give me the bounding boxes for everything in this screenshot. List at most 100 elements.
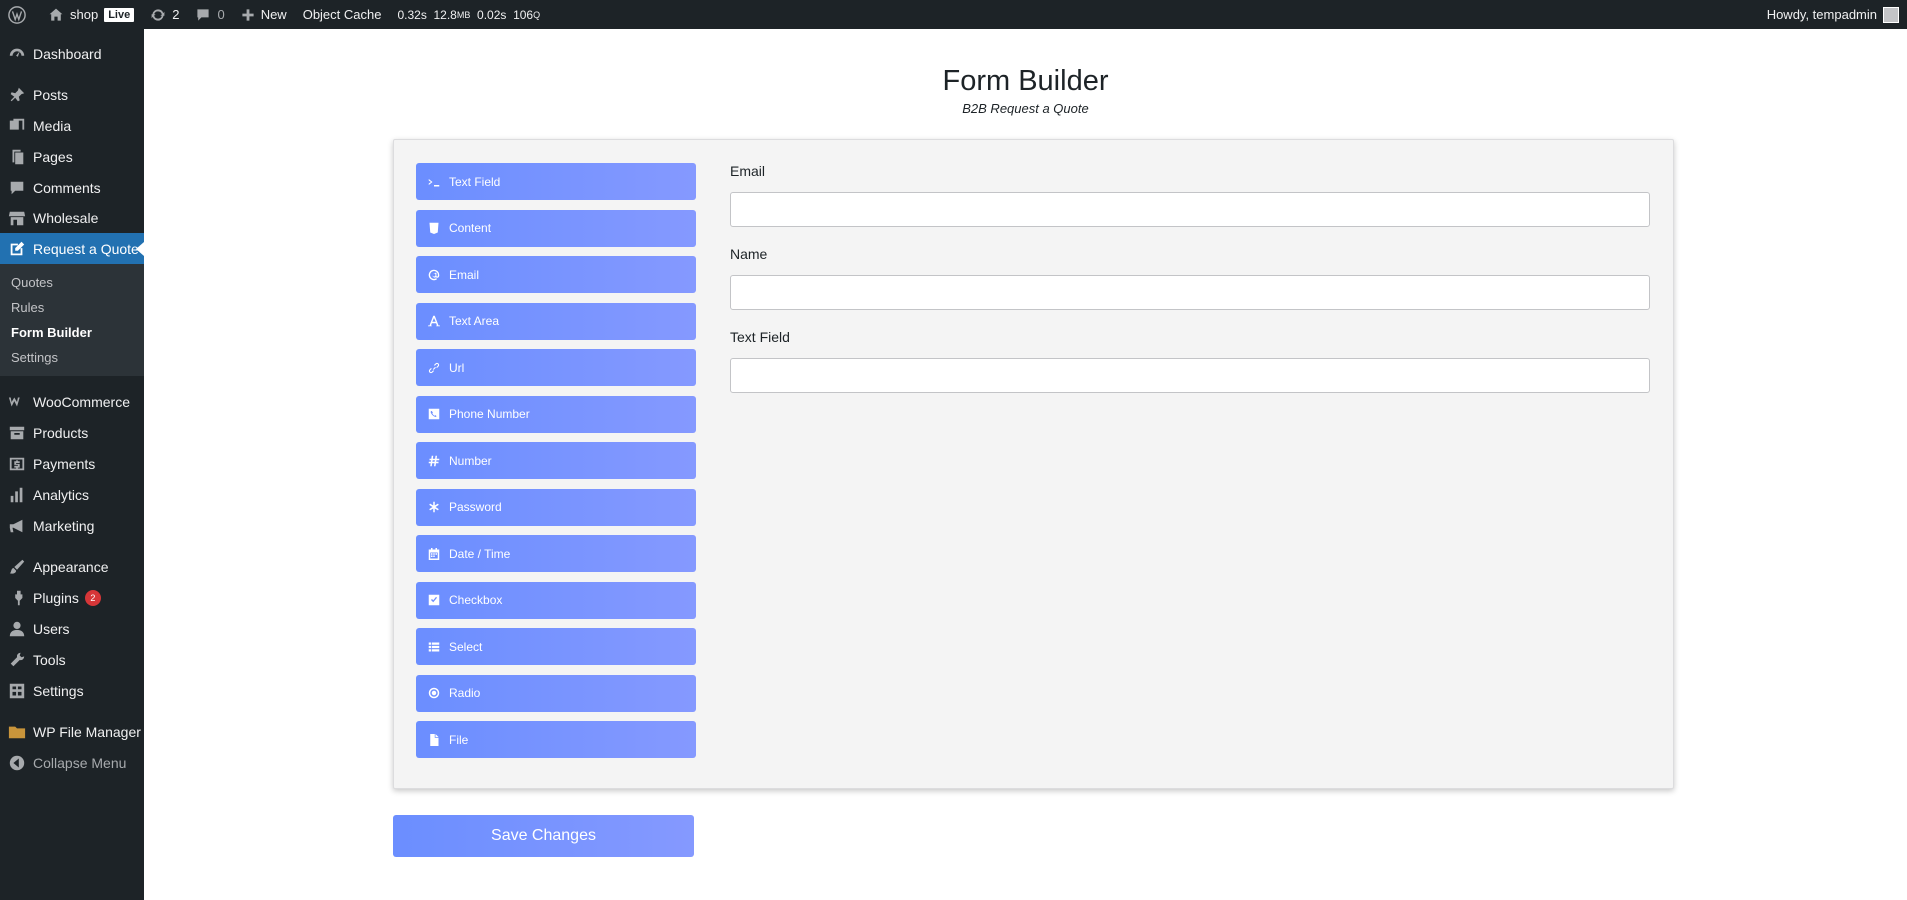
menu-analytics[interactable]: Analytics <box>0 479 144 510</box>
updates-menu[interactable]: 2 <box>142 0 187 29</box>
text-field-label: Text Field <box>730 329 790 345</box>
link-icon <box>428 362 440 373</box>
submenu-quotes[interactable]: Quotes <box>0 270 144 295</box>
field-type-date-time[interactable]: Date / Time <box>416 535 696 572</box>
plugin-icon <box>15 590 23 605</box>
radio-icon <box>428 687 440 699</box>
settings-icon <box>9 683 25 698</box>
query-monitor-menu[interactable]: 0.32s 12.8 MB 0.02s 106 Q <box>389 0 548 29</box>
menu-plugins[interactable]: Plugins 2 <box>0 582 144 613</box>
qm-db-time: 0.02s <box>477 7 507 22</box>
megaphone-icon <box>9 519 23 532</box>
font-icon <box>428 315 440 327</box>
page-title: Form Builder <box>942 65 1109 97</box>
wp-logo-menu[interactable] <box>0 0 40 29</box>
object-cache-menu[interactable]: Object Cache <box>295 0 390 29</box>
wordpress-logo-icon <box>8 5 26 24</box>
main-content: Form Builder B2B Request a Quote Text Fi… <box>144 29 1907 900</box>
comments-menu[interactable]: 0 <box>187 0 232 29</box>
store-icon <box>8 211 26 226</box>
field-type-radio[interactable]: Radio <box>416 674 696 712</box>
menu-tools[interactable]: Tools <box>0 644 144 675</box>
menu-appearance[interactable]: Appearance <box>0 551 144 582</box>
field-type-checkbox[interactable]: Checkbox <box>416 581 696 619</box>
at-icon <box>428 269 440 280</box>
field-type-content[interactable]: Content <box>416 209 696 247</box>
field-type-url[interactable]: Url <box>416 349 696 386</box>
email-field[interactable] <box>730 192 1650 227</box>
menu-marketing[interactable]: Marketing <box>0 510 144 541</box>
list-icon <box>428 642 440 651</box>
hash-icon <box>428 455 440 466</box>
menu-users[interactable]: Users <box>0 613 144 644</box>
edit-icon <box>10 241 25 255</box>
dashboard-icon <box>9 48 25 57</box>
checkbox-icon <box>428 594 440 606</box>
menu-media[interactable]: Media <box>0 110 144 141</box>
woo-icon <box>8 397 20 406</box>
media-icon <box>9 118 25 130</box>
calendar-icon <box>428 547 440 560</box>
asterisk-icon <box>429 501 439 513</box>
email-label: Email <box>730 163 766 179</box>
plus-icon <box>242 8 254 21</box>
text-field[interactable] <box>730 358 1650 393</box>
collapse-icon <box>9 755 25 770</box>
new-content-menu[interactable]: New <box>233 0 295 29</box>
menu-posts[interactable]: Posts <box>0 79 144 110</box>
field-type-select[interactable]: Select <box>416 628 696 665</box>
name-label: Name <box>730 246 768 262</box>
qm-queries-unit: Q <box>533 9 541 20</box>
field-type-number[interactable]: Number <box>416 442 696 479</box>
request-a-quote-submenu: Quotes Rules Form Builder Settings <box>0 264 144 376</box>
submenu-form-builder[interactable]: Form Builder <box>0 320 144 345</box>
form-group-email: Email <box>730 163 1650 227</box>
field-type-text-field[interactable]: Text Field <box>416 163 696 200</box>
my-account-menu[interactable]: Howdy, tempadmin <box>1767 6 1907 23</box>
brush-icon <box>9 559 25 574</box>
field-types-list: Text Field Content Email Text Area Url P… <box>416 163 696 768</box>
save-changes-button[interactable]: Save Changes <box>393 815 694 857</box>
updates-count: 2 <box>172 7 180 22</box>
comments-count: 0 <box>217 7 225 22</box>
site-name: shop <box>70 7 99 22</box>
qm-queries: 106 <box>513 7 534 22</box>
field-type-file[interactable]: File <box>416 721 696 758</box>
comment-icon <box>197 8 210 21</box>
plugins-update-badge: 2 <box>84 589 101 606</box>
submenu-settings[interactable]: Settings <box>0 345 144 370</box>
user-icon <box>9 621 25 636</box>
menu-products[interactable]: Products <box>0 417 144 448</box>
field-type-text-area[interactable]: Text Area <box>416 302 696 340</box>
form-preview: Email Name Text Field <box>730 163 1650 412</box>
file-icon <box>430 733 439 746</box>
object-cache-label: Object Cache <box>302 7 382 22</box>
field-type-email[interactable]: Email <box>416 256 696 293</box>
phone-icon <box>428 408 440 420</box>
qm-memory-unit: MB <box>456 9 471 20</box>
field-type-phone-number[interactable]: Phone Number <box>416 395 696 433</box>
html-icon <box>429 222 439 234</box>
archive-icon <box>9 426 25 439</box>
pages-icon <box>12 149 24 164</box>
site-name-menu[interactable]: shop Live <box>40 0 142 29</box>
comment-icon <box>10 181 24 194</box>
menu-request-a-quote[interactable]: Request a Quote <box>0 233 144 264</box>
admin-sidebar: Dashboard Posts Media Pages Comments Who… <box>0 29 144 900</box>
folder-icon <box>8 726 26 738</box>
menu-wholesale[interactable]: Wholesale <box>0 203 144 233</box>
collapse-menu-button[interactable]: Collapse Menu <box>0 747 144 778</box>
field-type-password[interactable]: Password <box>416 488 696 526</box>
submenu-rules[interactable]: Rules <box>0 295 144 320</box>
name-field[interactable] <box>730 275 1650 310</box>
new-label: New <box>260 7 287 22</box>
menu-wp-file-manager[interactable]: WP File Manager <box>0 716 144 747</box>
qm-time: 0.32s <box>397 7 427 22</box>
form-group-text-field: Text Field <box>730 329 1650 393</box>
menu-settings[interactable]: Settings <box>0 675 144 706</box>
menu-dashboard[interactable]: Dashboard <box>0 38 144 69</box>
menu-woocommerce[interactable]: WooCommerce <box>0 386 144 417</box>
menu-payments[interactable]: Payments <box>0 448 144 479</box>
menu-comments[interactable]: Comments <box>0 172 144 203</box>
menu-pages[interactable]: Pages <box>0 141 144 172</box>
